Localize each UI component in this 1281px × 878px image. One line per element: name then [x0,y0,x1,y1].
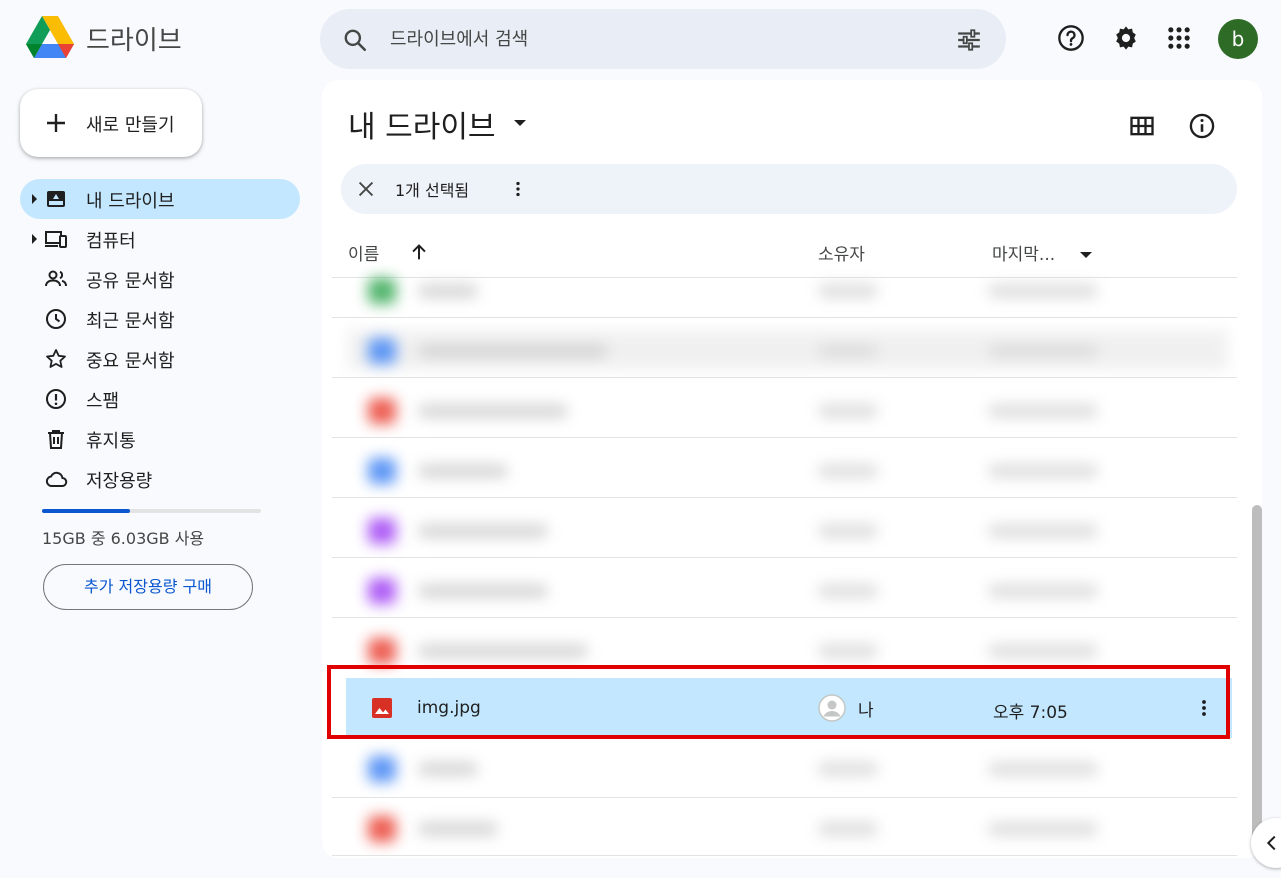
account-avatar[interactable]: b [1218,19,1258,59]
search-input[interactable] [390,23,930,55]
column-header-modified[interactable]: 마지막... [992,240,1055,265]
sidebar-item-storage[interactable]: 저장용량 [20,459,300,499]
column-header-owner: 소유자 [818,245,865,265]
expand-caret-icon[interactable] [32,234,37,244]
list-item[interactable] [348,808,1228,848]
storage-usage-fill [42,509,131,513]
arrow-up-icon[interactable] [408,241,430,263]
file-icon [368,278,396,304]
file-icon [368,756,396,782]
expand-caret-icon[interactable] [32,194,37,204]
sidebar-item-label: 최근 문서함 [86,311,175,332]
plus-icon [47,114,65,132]
list-item[interactable] [348,330,1228,370]
search-options-icon[interactable] [956,27,982,53]
close-icon[interactable] [355,178,377,200]
sidebar-item-starred[interactable]: 중요 문서함 [20,339,300,379]
file-icon [368,338,396,364]
apps-icon[interactable] [1165,24,1193,52]
row-divider [332,377,1237,378]
row-divider [332,557,1237,558]
list-item[interactable] [348,570,1228,610]
sidebar-item-label: 컴퓨터 [86,231,136,252]
cloud-icon [45,471,68,487]
row-divider [332,317,1237,318]
sidebar-item-spam[interactable]: 스팸 [20,379,300,419]
grid-view-icon[interactable] [1128,112,1156,140]
sidebar-item-label: 저장용량 [86,471,153,492]
sidebar-item-label: 스팸 [86,391,120,412]
row-divider [332,797,1237,798]
help-icon[interactable] [1057,24,1085,52]
clock-icon [46,309,66,329]
column-header-name[interactable]: 이름 [348,240,379,265]
sidebar-item-trash[interactable]: 휴지통 [20,419,300,459]
file-icon [368,458,396,484]
file-icon [368,638,396,664]
row-divider [332,855,1237,856]
spam-icon [46,389,66,409]
more-vert-icon[interactable] [507,178,529,200]
sidebar-item-label: 휴지통 [86,431,136,452]
page-title[interactable]: 내 드라이브 [348,102,496,146]
row-divider [332,497,1237,498]
row-divider [332,437,1237,438]
chevron-down-icon[interactable] [1080,252,1092,258]
sidebar-item-label: 중요 문서함 [86,351,175,372]
row-divider [332,617,1237,618]
drive-logo-icon [26,16,74,58]
info-icon[interactable] [1188,112,1216,140]
new-button-label: 새로 만들기 [86,115,175,136]
search-bar[interactable] [320,9,1006,69]
app-name: 드라이브 [86,26,182,56]
sidebar-item-label: 공유 문서함 [86,271,175,292]
list-item[interactable] [348,390,1228,430]
main-panel: 내 드라이브 1개 선택됨 이름 소유자 마지막... img.jpg 나 오후… [322,80,1262,858]
sidebar-item-computers[interactable]: 컴퓨터 [20,219,300,259]
sidebar-item-my-drive[interactable]: 내 드라이브 [20,179,300,219]
buy-storage-button[interactable]: 추가 저장용량 구매 [43,564,253,610]
title-dropdown-icon[interactable] [514,120,526,126]
list-item[interactable] [348,510,1228,550]
trash-icon [48,430,64,449]
file-icon [368,398,396,424]
chevron-left-icon [1266,835,1276,851]
search-icon[interactable] [342,27,368,53]
sidebar-item-shared[interactable]: 공유 문서함 [20,259,300,299]
scrollbar-thumb[interactable] [1252,505,1262,850]
new-button[interactable]: 새로 만들기 [20,89,202,157]
star-icon [46,349,66,368]
shared-icon [45,270,67,287]
storage-usage-bar [42,509,261,513]
computers-icon [45,231,67,248]
list-item[interactable] [348,270,1228,310]
my-drive-icon [47,191,65,207]
list-item[interactable] [348,450,1228,490]
gear-icon[interactable] [1112,24,1140,52]
file-icon [368,816,396,842]
file-icon [368,578,396,604]
storage-usage-text: 15GB 중 6.03GB 사용 [42,529,205,548]
selection-count: 1개 선택됨 [395,181,470,200]
highlight-box [327,665,1230,739]
list-item[interactable] [348,748,1228,788]
list-item[interactable] [348,630,1228,670]
selection-toolbar: 1개 선택됨 [341,164,1237,214]
sidebar-item-recent[interactable]: 최근 문서함 [20,299,300,339]
file-icon [368,518,396,544]
sidebar-item-label: 내 드라이브 [86,191,175,212]
